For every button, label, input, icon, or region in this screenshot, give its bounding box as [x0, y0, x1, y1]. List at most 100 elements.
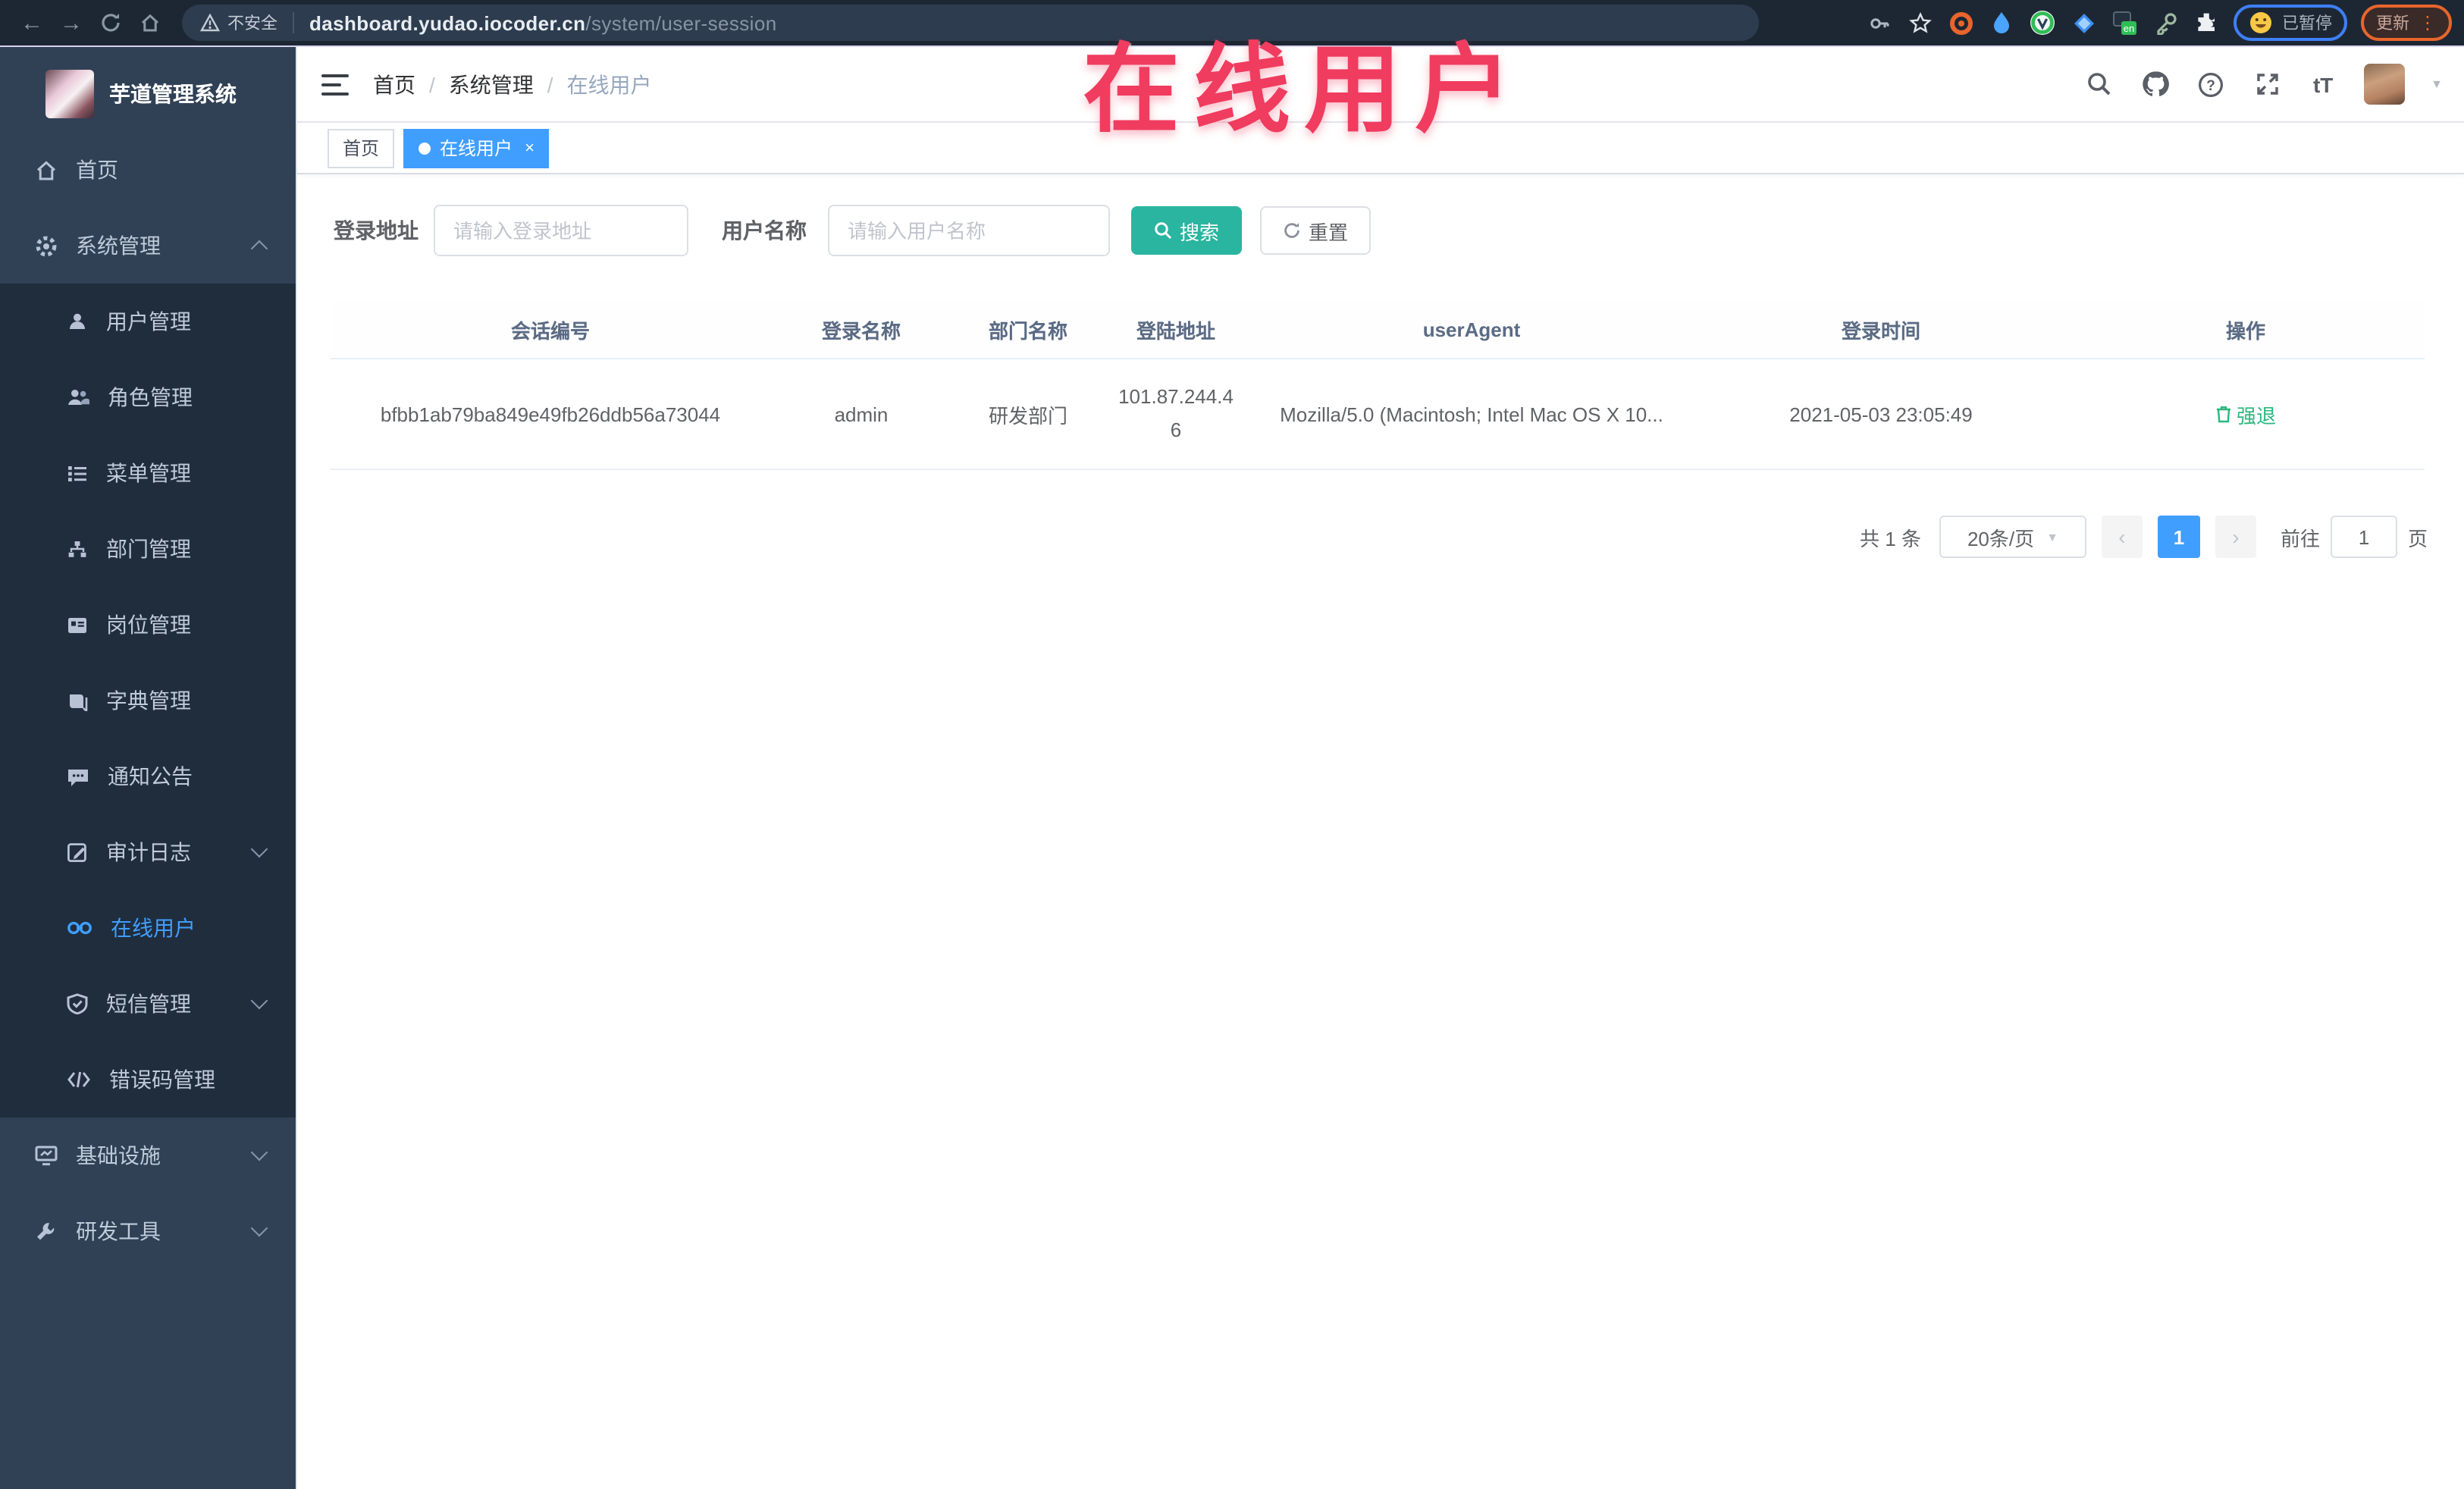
chevron-down-icon [250, 992, 268, 1010]
ip-address: 101.87.244.46 [1118, 385, 1234, 442]
sidebar-item-notice-announcement[interactable]: 通知公告 [0, 738, 296, 814]
search-button-label: 搜索 [1180, 221, 1220, 243]
app-header: 首页 / 系统管理 / 在线用户 ? tT ▼ [297, 47, 2464, 123]
sidebar-item-label: 系统管理 [76, 234, 161, 258]
help-question-icon[interactable]: ? [2196, 69, 2226, 99]
extension-green-circle-icon[interactable] [2029, 9, 2056, 36]
sidebar-item-sms-management[interactable]: 短信管理 [0, 966, 296, 1042]
tags-view-bar: 首页 在线用户 × [297, 123, 2464, 174]
not-secure-warning[interactable]: 不安全 [200, 11, 277, 35]
sessions-table: 会话编号 登录名称 部门名称 登陆地址 userAgent 登录时间 操作 bf… [331, 302, 2425, 471]
extension-orange-ring-icon[interactable] [1947, 9, 1974, 36]
emoji-avatar-icon [2250, 12, 2271, 33]
megaphone-icon [68, 769, 88, 785]
user-icon [70, 313, 85, 329]
browser-reload-icon[interactable] [91, 5, 130, 41]
sidebar-item-label: 首页 [76, 158, 118, 182]
page-size-select[interactable]: 20条/页 ▼ [1939, 516, 2086, 559]
book-icon [70, 694, 88, 710]
sidebar-item-error-code-management[interactable]: 错误码管理 [0, 1042, 296, 1118]
app-title: 芋道管理系统 [109, 82, 237, 106]
breadcrumb-system[interactable]: 系统管理 [449, 69, 534, 99]
search-icon [1155, 222, 1172, 240]
force-logout-button[interactable]: 强退 [2215, 400, 2276, 428]
link-icon [67, 921, 92, 935]
sidebar-item-infrastructure[interactable]: 基础设施 [0, 1118, 296, 1193]
wrench-icon [37, 1223, 55, 1240]
avatar-caret-down-icon[interactable]: ▼ [2431, 77, 2443, 91]
breadcrumb-separator: / [429, 72, 435, 96]
cell-session-id: bfbb1ab79ba849e49fb26ddb56a73044 [331, 359, 770, 471]
sidebar-item-online-users[interactable]: 在线用户 [0, 890, 296, 966]
search-button[interactable]: 搜索 [1131, 206, 1243, 255]
app-logo [45, 70, 94, 118]
sidebar-item-dict-management[interactable]: 字典管理 [0, 663, 296, 738]
sidebar-header: 芋道管理系统 [0, 47, 296, 132]
prev-page-button[interactable]: ‹ [2101, 516, 2143, 559]
browser-back-icon[interactable]: ← [12, 5, 52, 41]
search-form: 登录地址 用户名称 搜索 重置 [331, 205, 2431, 256]
page-number-1[interactable]: 1 [2157, 516, 2200, 559]
sidebar-item-audit-log[interactable]: 审计日志 [0, 814, 296, 890]
col-login-time: 登录时间 [1695, 302, 2067, 359]
url-text[interactable]: dashboard.yudao.iocoder.cn/system/user-s… [309, 11, 777, 34]
sidebar-item-post-management[interactable]: 岗位管理 [0, 587, 296, 663]
browser-home-icon[interactable] [130, 5, 170, 41]
fullscreen-icon[interactable] [2252, 69, 2282, 99]
sidebar-item-dev-tools[interactable]: 研发工具 [0, 1193, 296, 1269]
login-addr-input[interactable] [434, 205, 688, 256]
chevron-up-icon [250, 240, 268, 258]
browser-menu-kebab-icon[interactable]: ⋮ [2419, 14, 2437, 32]
warning-triangle-icon [200, 14, 220, 32]
pagination-total: 共 1 条 [1860, 527, 1921, 550]
extension-key-icon[interactable] [2152, 9, 2179, 36]
extension-blue-drop-icon[interactable] [1988, 9, 2015, 36]
github-icon[interactable] [2140, 69, 2170, 99]
main-area: 首页 / 系统管理 / 在线用户 ? tT ▼ 首页 在线用户 × 登录地址 请… [296, 47, 2464, 1489]
header-search-icon[interactable] [2083, 69, 2114, 99]
sidebar-item-home[interactable]: 首页 [0, 132, 296, 208]
not-secure-label: 不安全 [227, 15, 277, 33]
home-icon [36, 160, 56, 180]
select-caret-down-icon: ▼ [2046, 530, 2058, 544]
extensions-puzzle-icon[interactable] [2193, 9, 2220, 36]
user-name-input[interactable] [828, 205, 1110, 256]
cell-login-name: admin [770, 359, 952, 471]
sidebar-item-menu-management[interactable]: 菜单管理 [0, 435, 296, 511]
col-user-agent: userAgent [1248, 302, 1695, 359]
bookmark-star-icon[interactable] [1906, 9, 1933, 36]
sidebar-item-role-management[interactable]: 角色管理 [0, 359, 296, 435]
sidebar-item-dept-management[interactable]: 部门管理 [0, 511, 296, 587]
password-key-icon[interactable] [1865, 9, 1892, 36]
url-domain: dashboard.yudao.iocoder.cn [309, 11, 586, 34]
browser-forward-icon[interactable]: → [52, 5, 91, 41]
tab-active-dot [419, 142, 431, 154]
sidebar-item-label: 审计日志 [106, 840, 191, 864]
extension-translate-en-icon[interactable]: en [2111, 9, 2138, 36]
sidebar-item-system-management[interactable]: 系统管理 [0, 208, 296, 284]
sidebar-item-user-management[interactable]: 用户管理 [0, 284, 296, 359]
font-size-icon[interactable]: tT [2308, 69, 2338, 99]
sidebar-item-label: 基础设施 [76, 1143, 161, 1168]
address-bar[interactable]: 不安全 dashboard.yudao.iocoder.cn/system/us… [182, 5, 1759, 41]
breadcrumb-home[interactable]: 首页 [373, 69, 415, 99]
hamburger-icon[interactable] [321, 74, 349, 95]
sidebar-item-label: 研发工具 [76, 1219, 161, 1243]
profile-paused-badge[interactable]: 已暂停 [2234, 5, 2347, 41]
reset-button[interactable]: 重置 [1260, 206, 1372, 255]
cell-login-addr: 101.87.244.46 [1104, 359, 1248, 471]
user-avatar[interactable] [2364, 64, 2406, 105]
page-unit-label: 页 [2407, 527, 2428, 550]
monitor-icon [35, 1146, 58, 1166]
next-page-button[interactable]: › [2215, 516, 2256, 559]
goto-page-input[interactable] [2330, 516, 2397, 559]
tab-close-icon[interactable]: × [525, 139, 534, 157]
org-tree-icon [68, 541, 86, 556]
tab-home[interactable]: 首页 [328, 128, 395, 168]
browser-update-button[interactable]: 更新 ⋮ [2361, 5, 2452, 41]
tab-online-users[interactable]: 在线用户 × [403, 128, 550, 168]
col-session-id: 会话编号 [331, 302, 770, 359]
sidebar-item-label: 在线用户 [111, 916, 196, 940]
extension-blue-gem-icon[interactable] [2070, 9, 2097, 36]
table-row: bfbb1ab79ba849e49fb26ddb56a73044 admin 研… [331, 359, 2425, 471]
